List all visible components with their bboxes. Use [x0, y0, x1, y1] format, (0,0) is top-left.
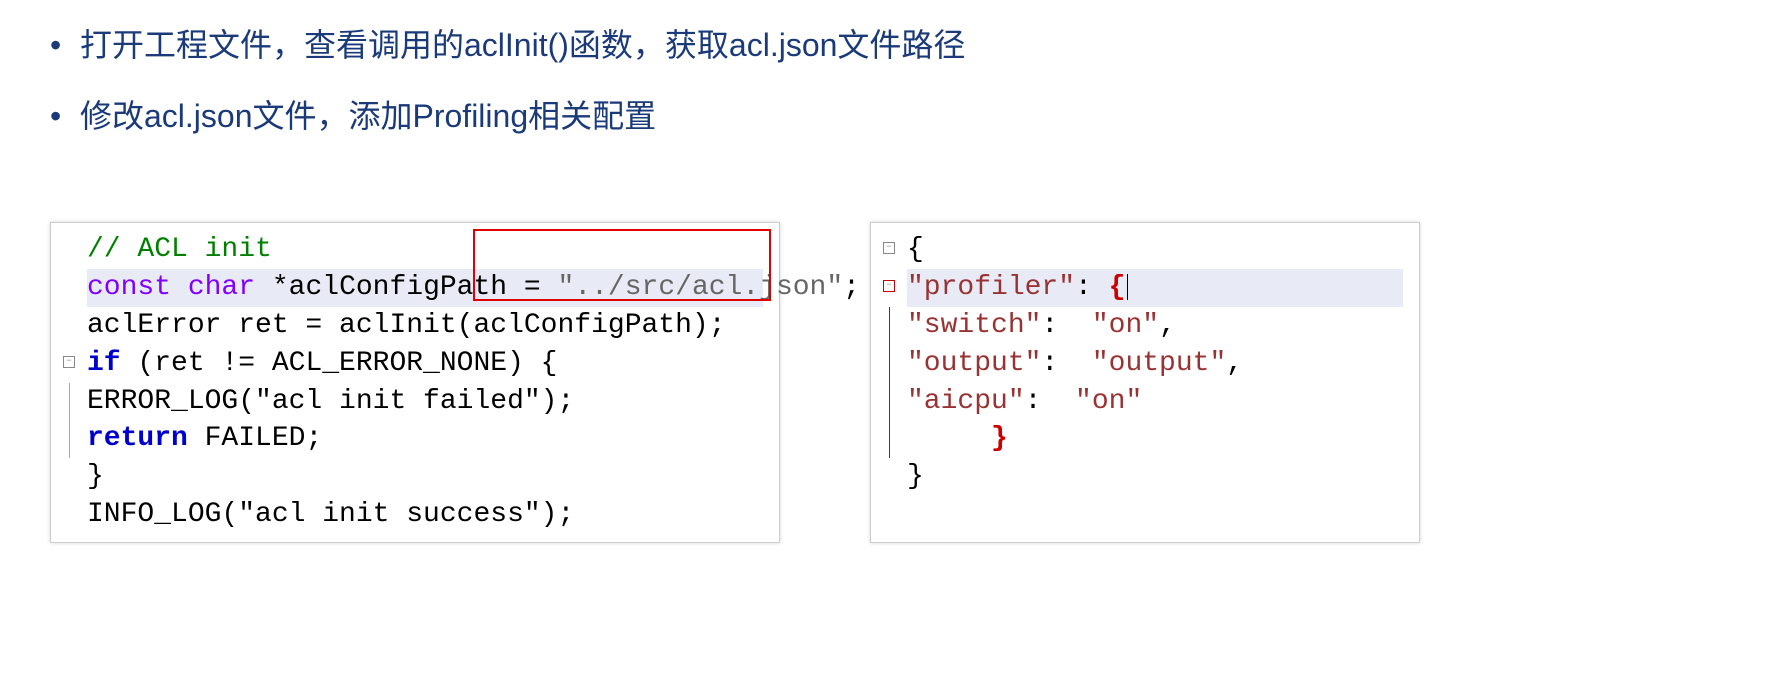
json-key: "switch" [907, 310, 1041, 341]
fold-icon: − [63, 356, 75, 368]
fold-line [69, 420, 70, 458]
text-cursor [1127, 274, 1128, 300]
brace: { [907, 234, 924, 265]
type-keyword: const char [87, 272, 272, 303]
brace: } [907, 461, 924, 492]
code-line: −{ [907, 231, 1403, 269]
comma: , [1226, 348, 1243, 379]
fold-icon: − [883, 280, 895, 292]
code-line: −if (ret != ACL_ERROR_NONE) { [87, 345, 763, 383]
colon: : [1041, 348, 1091, 379]
colon: : [1075, 272, 1109, 303]
code-block-json: −{ −"profiler": { "switch": "on", "outpu… [870, 222, 1420, 542]
code-line: } [907, 458, 1403, 496]
json-value: "output" [1092, 348, 1226, 379]
code-text: INFO_LOG("acl init success"); [87, 499, 574, 530]
brace: { [1109, 272, 1126, 303]
code-line: aclError ret = aclInit(aclConfigPath); [87, 307, 763, 345]
fold-line [889, 307, 890, 345]
code-line: "aicpu": "on" [907, 383, 1403, 421]
code-line: } [907, 420, 1403, 458]
star: * [272, 272, 289, 303]
fold-line [889, 383, 890, 421]
code-text: aclError ret = aclInit(aclConfigPath); [87, 310, 726, 341]
code-block-cpp: // ACL init const char *aclConfigPath = … [50, 222, 780, 542]
if-keyword: if [87, 348, 121, 379]
code-line: "switch": "on", [907, 307, 1403, 345]
json-value: "on" [1075, 386, 1142, 417]
code-text: (ret != ACL_ERROR_NONE) { [121, 348, 558, 379]
brace: } [907, 423, 1008, 454]
code-line-highlighted: −"profiler": { [907, 269, 1403, 307]
bullet-item-2: 修改acl.json文件，添加Profiling相关配置 [40, 91, 1752, 142]
red-highlight-box [473, 229, 771, 301]
colon: : [1041, 310, 1091, 341]
code-line: INFO_LOG("acl init success"); [87, 496, 763, 534]
code-line: return FAILED; [87, 420, 763, 458]
code-text: FAILED; [188, 423, 322, 454]
fold-line [889, 345, 890, 383]
json-key: "output" [907, 348, 1041, 379]
code-line: "output": "output", [907, 345, 1403, 383]
code-text: ERROR_LOG("acl init failed"); [87, 386, 574, 417]
fold-line [889, 420, 890, 458]
fold-line [69, 383, 70, 421]
json-value: "on" [1092, 310, 1159, 341]
code-panels: // ACL init const char *aclConfigPath = … [40, 222, 1752, 542]
fold-icon: − [883, 242, 895, 254]
json-key: "aicpu" [907, 386, 1025, 417]
code-text: } [87, 461, 104, 492]
semicolon: ; [843, 272, 860, 303]
code-line: ERROR_LOG("acl init failed"); [87, 383, 763, 421]
colon: : [1025, 386, 1075, 417]
json-key: "profiler" [907, 272, 1075, 303]
code-line: } [87, 458, 763, 496]
comma: , [1159, 310, 1176, 341]
return-keyword: return [87, 423, 188, 454]
bullet-item-1: 打开工程文件，查看调用的aclInit()函数，获取acl.json文件路径 [40, 20, 1752, 71]
bullet-list: 打开工程文件，查看调用的aclInit()函数，获取acl.json文件路径 修… [40, 20, 1752, 142]
comment-text: // ACL init [87, 234, 272, 265]
